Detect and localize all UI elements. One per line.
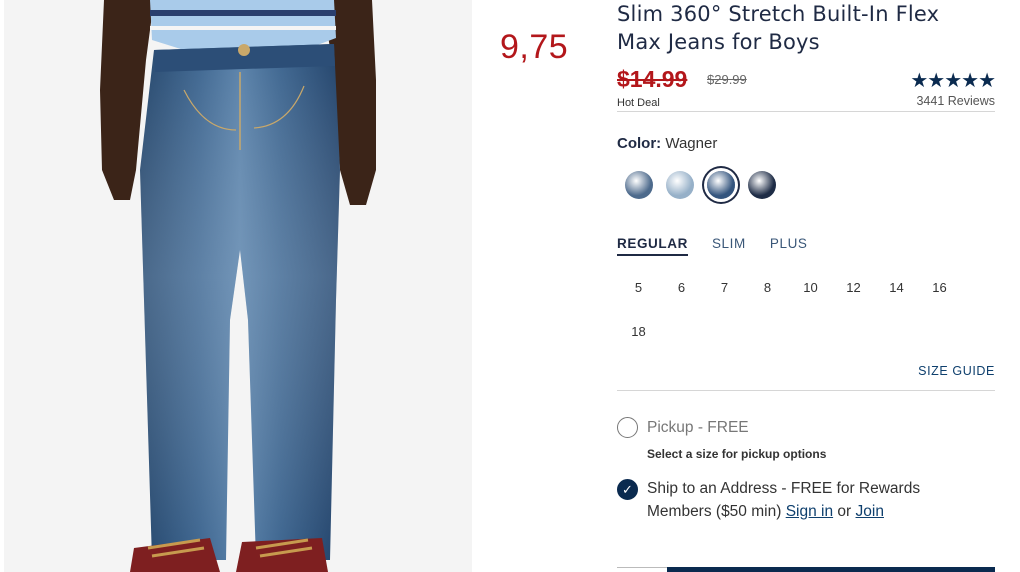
ship-option-label[interactable]: Ship to an Address - FREE for Rewards Me… xyxy=(647,477,920,523)
color-swatch-medium-wash[interactable] xyxy=(625,171,653,199)
size-option-6[interactable]: 6 xyxy=(660,278,703,322)
size-guide-link[interactable]: SIZE GUIDE xyxy=(617,364,995,391)
ship-line2: Members ($50 min) xyxy=(647,503,782,520)
star-rating-icon[interactable]: ★★★★★ xyxy=(910,68,996,93)
fit-tab-regular[interactable]: REGULAR xyxy=(617,236,688,256)
color-swatches xyxy=(617,171,995,199)
color-value: Wagner xyxy=(665,135,718,152)
add-to-bag-bar[interactable] xyxy=(617,567,995,572)
size-option-8[interactable]: 8 xyxy=(746,278,789,322)
sign-in-link[interactable]: Sign in xyxy=(786,503,833,520)
size-option-5[interactable]: 5 xyxy=(617,278,660,322)
fulfillment-options: Pickup - FREE Select a size for pickup o… xyxy=(617,417,995,557)
color-swatch-dark-rinse[interactable] xyxy=(748,171,776,199)
pickup-label[interactable]: Pickup - FREE xyxy=(647,416,749,439)
product-title: Slim 360° Stretch Built-In Flex Max Jean… xyxy=(617,0,995,56)
product-details: Slim 360° Stretch Built-In Flex Max Jean… xyxy=(617,0,996,557)
fit-tabs: REGULAR SLIM PLUS xyxy=(617,236,995,256)
product-title-line2: Max Jeans for Boys xyxy=(617,30,820,54)
jeans-photo xyxy=(4,0,472,572)
or-text: or xyxy=(837,503,852,520)
fit-tab-slim[interactable]: SLIM xyxy=(712,236,746,256)
size-option-14[interactable]: 14 xyxy=(875,278,918,322)
pickup-hint: Select a size for pickup options xyxy=(647,447,827,461)
size-option-16[interactable]: 16 xyxy=(918,278,961,322)
regular-price: $29.99 xyxy=(707,72,747,87)
sale-price: $14.99 xyxy=(617,66,688,92)
price-row: $14.99 $29.99 Hot Deal ★★★★★ 3441 Review… xyxy=(617,66,996,112)
color-selection: Color: Wagner xyxy=(617,135,995,152)
color-label: Color: xyxy=(617,135,662,152)
product-title-line1: Slim 360° Stretch Built-In Flex xyxy=(617,2,940,26)
ship-line1: Ship to an Address - FREE for Rewards xyxy=(647,480,921,497)
join-link[interactable]: Join xyxy=(856,503,884,520)
overlay-price: 9,75 xyxy=(500,28,569,66)
size-option-12[interactable]: 12 xyxy=(832,278,875,322)
ship-checkmark-icon[interactable]: ✓ xyxy=(617,479,638,500)
size-option-7[interactable]: 7 xyxy=(703,278,746,322)
size-option-18[interactable]: 18 xyxy=(617,322,660,366)
color-swatch-wagner[interactable] xyxy=(707,171,735,199)
deal-badge: Hot Deal xyxy=(617,97,660,109)
size-option-10[interactable]: 10 xyxy=(789,278,832,322)
quantity-box[interactable] xyxy=(617,567,667,572)
color-swatch-light-wash[interactable] xyxy=(666,171,694,199)
size-grid: 5 6 7 8 10 12 14 16 18 xyxy=(617,278,961,366)
add-to-bag-button[interactable] xyxy=(667,567,995,572)
product-image[interactable] xyxy=(4,0,472,572)
reviews-link[interactable]: 3441 Reviews xyxy=(916,94,995,108)
pickup-radio[interactable] xyxy=(617,417,638,438)
fit-tab-plus[interactable]: PLUS xyxy=(770,236,808,256)
